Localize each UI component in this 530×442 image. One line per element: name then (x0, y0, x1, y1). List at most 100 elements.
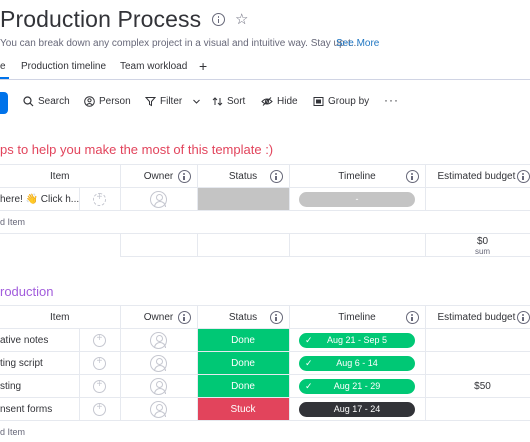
add-item-row[interactable]: d Item (0, 420, 530, 442)
info-icon[interactable] (269, 311, 283, 324)
board-description: You can break down any complex project i… (0, 38, 360, 49)
title-actions: ☆ (212, 12, 248, 27)
owner-cell[interactable] (119, 397, 198, 421)
info-icon[interactable] (177, 311, 191, 324)
table-row[interactable]: sting Done ✓ Aug 21 - 29 $50 (0, 374, 530, 398)
table-row[interactable]: ative notes Done ✓ Aug 21 - Sep 5 (0, 328, 530, 352)
updates-cell[interactable] (78, 397, 121, 421)
add-update-icon[interactable] (93, 402, 106, 416)
updates-cell[interactable] (78, 187, 121, 211)
person-filter-button[interactable]: Person (84, 96, 131, 107)
timeline-pill[interactable]: ✓ Aug 6 - 14 (299, 355, 416, 371)
info-icon[interactable] (405, 311, 419, 324)
status-cell[interactable]: Stuck (196, 397, 290, 421)
group-title[interactable]: roduction (0, 284, 53, 299)
column-header-label: Item (50, 170, 70, 182)
new-item-button[interactable] (0, 92, 8, 114)
timeline-cell[interactable]: ✓ Aug 21 - 29 (288, 374, 426, 398)
info-icon[interactable] (177, 170, 191, 183)
search-button[interactable]: Search (23, 96, 70, 107)
owner-cell[interactable] (119, 351, 198, 375)
updates-cell[interactable] (78, 328, 121, 352)
avatar-placeholder-icon[interactable] (150, 400, 168, 418)
hide-label: Hide (277, 96, 298, 107)
timeline-label: Aug 21 - 29 (333, 380, 381, 391)
add-update-icon[interactable] (93, 356, 106, 370)
status-cell[interactable]: Done (196, 328, 290, 352)
budget-cell[interactable]: $50 (424, 374, 530, 398)
tab-team-workload[interactable]: Team workload (120, 61, 187, 72)
see-more-link[interactable]: See More (336, 38, 379, 49)
item-name-cell[interactable]: here! 👋 Click h... (0, 187, 80, 211)
status-cell[interactable]: Done (196, 351, 290, 375)
status-cell[interactable]: Done (196, 374, 290, 398)
info-icon[interactable] (516, 170, 530, 183)
column-header-status[interactable]: Status (196, 164, 290, 188)
info-icon[interactable] (516, 311, 530, 324)
table-row[interactable]: here! 👋 Click h... - (0, 187, 530, 211)
timeline-pill[interactable]: Aug 17 - 24 (299, 401, 416, 417)
avatar-placeholder-icon[interactable] (150, 190, 168, 208)
tab-main-table[interactable]: e (0, 61, 6, 72)
item-name-cell[interactable]: sting (0, 374, 80, 398)
add-view-button[interactable]: + (199, 58, 207, 74)
column-header-timeline[interactable]: Timeline (288, 164, 426, 188)
status-cell[interactable] (196, 187, 290, 211)
timeline-cell[interactable]: ✓ Aug 21 - Sep 5 (288, 328, 426, 352)
column-header-budget[interactable]: Estimated budget (424, 305, 530, 329)
timeline-cell[interactable]: - (288, 187, 426, 211)
filter-button[interactable]: Filter (145, 96, 201, 107)
budget-cell[interactable] (424, 328, 530, 352)
board-title[interactable]: Production Process (0, 6, 201, 33)
table-row[interactable]: ting script Done ✓ Aug 6 - 14 (0, 351, 530, 375)
budget-cell[interactable] (424, 397, 530, 421)
budget-cell[interactable] (424, 187, 530, 211)
owner-cell[interactable] (119, 374, 198, 398)
chevron-down-icon[interactable] (192, 97, 201, 106)
column-header-item[interactable]: Item (0, 305, 121, 329)
summary-owner (119, 233, 198, 257)
updates-cell[interactable] (78, 374, 121, 398)
column-header-owner[interactable]: Owner (119, 164, 198, 188)
timeline-pill[interactable]: ✓ Aug 21 - 29 (299, 378, 416, 394)
owner-cell[interactable] (119, 328, 198, 352)
timeline-cell[interactable]: Aug 17 - 24 (288, 397, 426, 421)
budget-cell[interactable] (424, 351, 530, 375)
item-name-cell[interactable]: ting script (0, 351, 80, 375)
tab-production-timeline[interactable]: Production timeline (21, 61, 106, 72)
group-title[interactable]: ps to help you make the most of this tem… (0, 142, 273, 157)
item-name-cell[interactable]: nsent forms (0, 397, 80, 421)
sort-button[interactable]: Sort (212, 96, 245, 107)
hide-button[interactable]: Hide (261, 96, 298, 107)
column-header-timeline[interactable]: Timeline (288, 305, 426, 329)
info-icon[interactable] (405, 170, 419, 183)
timeline-pill[interactable]: ✓ Aug 21 - Sep 5 (299, 332, 416, 348)
info-icon[interactable] (269, 170, 283, 183)
more-actions-button[interactable]: ··· (384, 93, 399, 107)
add-update-icon[interactable] (93, 379, 106, 393)
avatar-placeholder-icon[interactable] (150, 377, 168, 395)
column-header-budget[interactable]: Estimated budget (424, 164, 530, 188)
column-header-owner[interactable]: Owner (119, 305, 198, 329)
add-item-cell[interactable]: d Item (0, 420, 530, 442)
add-update-icon[interactable] (93, 333, 106, 347)
add-item-cell[interactable]: d Item (0, 210, 530, 234)
updates-cell[interactable] (78, 351, 121, 375)
item-name-cell[interactable]: ative notes (0, 328, 80, 352)
avatar-placeholder-icon[interactable] (150, 331, 168, 349)
chat-bubble-icon[interactable] (93, 192, 106, 206)
summary-budget[interactable]: $0 sum (424, 233, 530, 257)
column-header-status[interactable]: Status (196, 305, 290, 329)
timeline-cell[interactable]: ✓ Aug 6 - 14 (288, 351, 426, 375)
info-icon[interactable] (212, 13, 225, 26)
group-by-button[interactable]: Group by (313, 96, 369, 107)
column-header-item[interactable]: Item (0, 164, 121, 188)
owner-cell[interactable] (119, 187, 198, 211)
item-name: ting script (0, 357, 43, 369)
add-item-row[interactable]: d Item (0, 210, 530, 234)
timeline-pill[interactable]: - (299, 191, 416, 207)
star-icon[interactable]: ☆ (235, 12, 248, 27)
check-icon: ✓ (305, 380, 313, 391)
avatar-placeholder-icon[interactable] (150, 354, 168, 372)
table-row[interactable]: nsent forms Stuck Aug 17 - 24 (0, 397, 530, 421)
